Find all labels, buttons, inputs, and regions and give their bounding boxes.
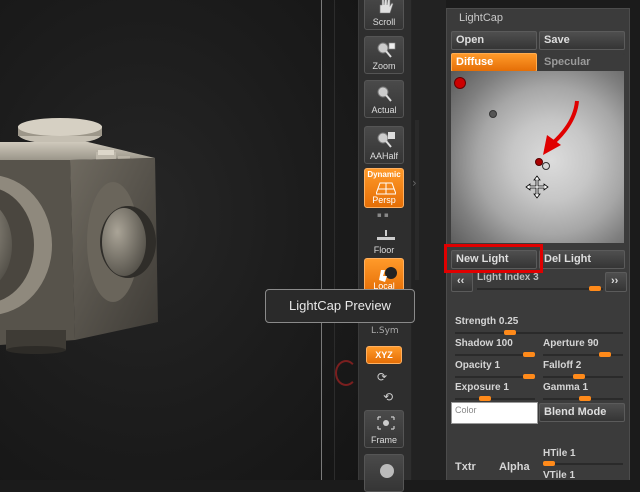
hand-icon (376, 0, 394, 14)
lightcap-preview[interactable] (451, 71, 624, 243)
color-swatch[interactable]: Color (451, 402, 538, 424)
sphere-icon (376, 459, 394, 478)
chevron-left-icon: ‹‹ (457, 275, 465, 287)
light-index-label: Light Index 3 (477, 272, 539, 283)
falloff-label: Falloff 2 (543, 360, 582, 371)
annotation-highlight-box (444, 244, 543, 273)
xyz-button[interactable]: XYZ (366, 346, 402, 364)
color-label: Color (455, 405, 477, 415)
exposure-knob[interactable] (479, 396, 491, 401)
transpose-indicator-icon (335, 360, 357, 386)
rotate-icon[interactable]: ⟳ (377, 370, 387, 384)
persp-button[interactable]: Dynamic Persp (364, 168, 404, 208)
light-index-track[interactable] (477, 288, 603, 290)
dots-icon: ▪ ▪ (377, 211, 389, 219)
open-button[interactable]: Open (451, 31, 537, 50)
magnifier-icon (376, 85, 394, 102)
opacity-knob[interactable] (523, 374, 535, 379)
scroll-button[interactable]: Scroll (364, 0, 404, 30)
move-button[interactable] (364, 454, 404, 492)
lsym-label[interactable]: L.Sym (371, 326, 399, 336)
light-dot-red[interactable] (454, 77, 466, 89)
palette-title[interactable]: LightCap (459, 12, 503, 24)
local-symmetry-icon (376, 264, 397, 282)
del-light-button[interactable]: Del Light (539, 250, 625, 269)
blend-mode-button[interactable]: Blend Mode (539, 403, 625, 422)
falloff-knob[interactable] (573, 374, 585, 379)
right-shelf: Scroll Zoom Actual AAHalf Dynamic Persp … (358, 0, 412, 492)
shadow-label: Shadow 100 (455, 338, 513, 349)
aperture-label: Aperture 90 (543, 338, 599, 349)
diffuse-tab[interactable]: Diffuse (451, 53, 537, 72)
floor-icon (376, 227, 395, 243)
frame-icon (376, 415, 395, 431)
light-dot-ring (542, 162, 550, 170)
rotate-alt-icon[interactable]: ⟲ (383, 390, 393, 404)
aahalf-button[interactable]: AAHalf (364, 126, 404, 164)
floor-label: Floor (373, 245, 395, 255)
palette-gutter: › (412, 0, 446, 480)
opacity-label: Opacity 1 (455, 360, 501, 371)
txtr-label[interactable]: Txtr (455, 461, 476, 473)
frame-button[interactable]: Frame (364, 410, 404, 448)
magnifier-icon (376, 131, 395, 148)
model-object (0, 118, 158, 354)
strength-label: Strength 0.25 (455, 316, 519, 327)
exposure-label: Exposure 1 (455, 382, 509, 393)
aperture-track[interactable] (543, 354, 623, 356)
persp-label: Persp (372, 195, 396, 205)
perspective-grid-icon (375, 180, 397, 196)
annotation-arrow-icon (543, 100, 579, 155)
gutter-grip[interactable] (415, 120, 419, 280)
actual-label: Actual (371, 105, 397, 115)
floor-button[interactable]: Floor (364, 220, 404, 258)
alpha-label[interactable]: Alpha (499, 461, 530, 473)
strength-track[interactable] (455, 332, 623, 334)
htile-label: HTile 1 (543, 448, 576, 459)
dynamic-label: Dynamic (367, 170, 401, 179)
gamma-label: Gamma 1 (543, 382, 589, 393)
actual-button[interactable]: Actual (364, 80, 404, 118)
viewport-divider-shadow (334, 0, 335, 480)
move-cursor-icon (525, 175, 549, 199)
zoom-label: Zoom (372, 61, 396, 71)
htile-track[interactable] (543, 463, 623, 465)
lightcap-preview-tooltip: LightCap Preview (265, 289, 415, 323)
prev-light-button[interactable]: ‹‹ (451, 272, 473, 292)
shadow-knob[interactable] (523, 352, 535, 357)
exposure-track[interactable] (455, 398, 535, 400)
vtile-label: VTile 1 (543, 470, 576, 481)
aperture-knob[interactable] (599, 352, 611, 357)
scroll-label: Scroll (372, 17, 396, 27)
strength-knob[interactable] (504, 330, 516, 335)
next-light-button[interactable]: ›› (605, 272, 627, 292)
light-dot-gray[interactable] (489, 110, 497, 118)
canvas-viewport[interactable] (0, 0, 358, 480)
aahalf-label: AAHalf (369, 151, 398, 161)
light-index-knob[interactable] (589, 286, 601, 291)
xyz-label: XYZ (375, 350, 393, 360)
chevron-right-icon: ›› (611, 275, 619, 287)
frame-label: Frame (370, 435, 397, 445)
specular-tab[interactable]: Specular (539, 53, 625, 72)
viewport-divider (321, 0, 322, 480)
save-button[interactable]: Save (539, 31, 625, 50)
magnifier-icon (376, 41, 396, 58)
zoom-button[interactable]: Zoom (364, 36, 404, 74)
gamma-knob[interactable] (579, 396, 591, 401)
htile-knob[interactable] (543, 461, 555, 466)
collapse-arrow-icon[interactable]: › (412, 176, 417, 190)
